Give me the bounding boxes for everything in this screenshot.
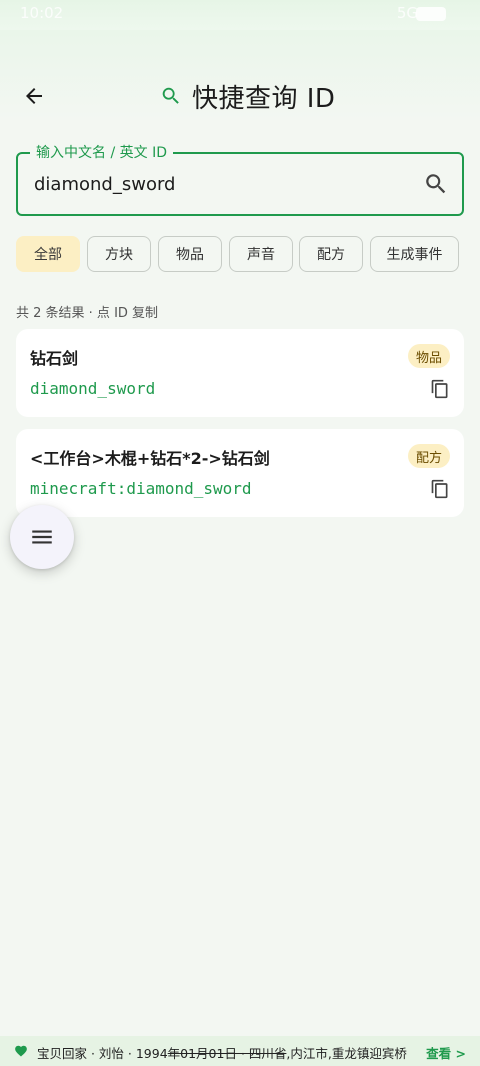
filter-chips: 全部 方块 物品 声音 配方 生成事件 (16, 236, 464, 272)
footer-text: 宝贝回家 · 刘怡 · 1994年01月01日 · 四川省,内江市,重龙镇迎宾桥 (37, 1043, 407, 1062)
filter-chip-recipes[interactable]: 配方 (299, 236, 363, 272)
search-icon (426, 174, 446, 194)
app-bar: 快捷查询 ID (0, 60, 480, 130)
result-id[interactable]: diamond_sword (30, 379, 155, 398)
footer-view-link[interactable]: 查看 > (426, 1043, 466, 1062)
status-signal: 5G (396, 4, 418, 22)
status-bar: 10:02 5G (0, 0, 480, 30)
result-type-badge: 物品 (407, 344, 450, 368)
filter-chip-all[interactable]: 全部 (16, 236, 80, 272)
chip-label: 生成事件 (386, 247, 443, 263)
result-name: 钻石剑 (30, 349, 79, 368)
chip-label: 全部 (34, 247, 62, 263)
chip-label: 方块 (105, 247, 133, 263)
heart-icon (15, 1045, 27, 1057)
footer-banner: 宝贝回家 · 刘怡 · 1994年01月01日 · 四川省,内江市,重龙镇迎宾桥… (0, 1036, 480, 1066)
page-title: 快捷查询 ID (192, 83, 336, 114)
footer-text-suffix: ,内江市,重龙镇迎宾桥 (286, 1046, 407, 1061)
arrow-left-icon (26, 88, 42, 104)
chip-label: 配方 (317, 247, 345, 263)
result-card[interactable]: 钻石剑 物品 diamond_sword (16, 329, 464, 417)
footer-text-prefix: 宝贝回家 · 刘怡 · 1994 (37, 1046, 168, 1061)
result-name: <工作台>木棍+钻石*2->钻石剑 (30, 449, 270, 468)
result-card[interactable]: <工作台>木棍+钻石*2->钻石剑 配方 minecraft:diamond_s… (16, 429, 464, 517)
filter-chip-blocks[interactable]: 方块 (87, 236, 151, 272)
title-group: 快捷查询 ID (160, 78, 335, 114)
search-icon (162, 87, 179, 104)
result-type-badge: 配方 (407, 444, 450, 468)
chip-label: 物品 (176, 247, 204, 263)
search-field[interactable]: 输入中文名 / 英文 ID (16, 143, 464, 216)
chip-label: 声音 (247, 247, 275, 263)
footer-text-strike: 年01月01日 · 四川省 (167, 1046, 287, 1061)
copy-button[interactable] (428, 477, 452, 501)
copy-button[interactable] (428, 377, 452, 401)
result-id[interactable]: minecraft:diamond_sword (30, 479, 252, 498)
back-button[interactable] (16, 78, 52, 114)
search-input[interactable] (34, 168, 414, 200)
menu-icon (32, 530, 52, 544)
battery-icon (416, 7, 446, 21)
copy-icon (431, 479, 448, 499)
copy-icon (431, 379, 448, 399)
search-button[interactable] (422, 170, 450, 198)
filter-chip-spawn-events[interactable]: 生成事件 (370, 236, 459, 272)
status-time: 10:02 (20, 4, 64, 22)
filter-chip-sounds[interactable]: 声音 (229, 236, 293, 272)
filter-chip-items[interactable]: 物品 (158, 236, 222, 272)
menu-fab[interactable] (10, 505, 74, 569)
results-summary: 共 2 条结果 · 点 ID 复制 (16, 306, 159, 321)
search-label: 输入中文名 / 英文 ID (30, 143, 173, 163)
